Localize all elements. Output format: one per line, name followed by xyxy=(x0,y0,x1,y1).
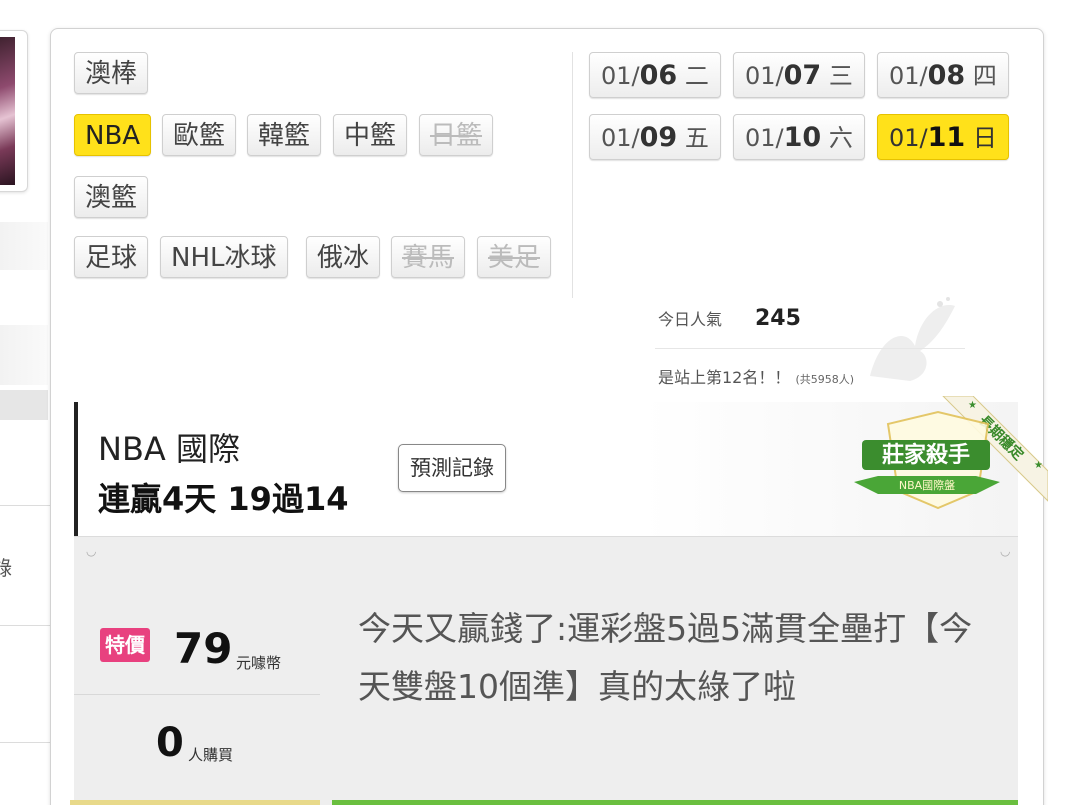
date-button-0110[interactable]: 01/10 六 xyxy=(733,114,865,160)
category-tag-euro-basketball[interactable]: 歐籃 xyxy=(162,114,237,156)
date-button-0106[interactable]: 01/06 二 xyxy=(589,52,721,98)
buyer-unit: 人購買 xyxy=(188,746,234,764)
sidebar-item-fragment[interactable]: 錄 xyxy=(0,552,12,581)
date-day: 06 xyxy=(639,60,678,91)
date-day: 09 xyxy=(639,122,678,153)
sidebar-divider xyxy=(0,505,50,506)
date-weekday: 五 xyxy=(684,124,709,152)
date-button-0109[interactable]: 01/09 五 xyxy=(589,114,721,160)
buyer-count: 0 xyxy=(156,720,184,766)
special-price-badge: 特價 xyxy=(100,628,150,662)
prediction-record-button[interactable]: 預測記錄 xyxy=(398,444,506,492)
sidebar-thumbnail[interactable] xyxy=(0,30,28,192)
popularity-divider xyxy=(655,348,965,349)
category-tag-nhl[interactable]: NHL冰球 xyxy=(160,236,288,278)
category-tag-aus-basketball[interactable]: 澳籃 xyxy=(74,176,149,218)
sidebar-divider xyxy=(0,625,50,626)
date-button-0111[interactable]: 01/11 日 xyxy=(877,114,1009,160)
expert-league-title: NBA 國際 xyxy=(98,430,240,468)
date-weekday: 三 xyxy=(828,62,853,90)
pick-description[interactable]: 今天又贏錢了:運彩盤5過5滿貫全壘打【今天雙盤10個準】真的太綠了啦 xyxy=(358,600,978,716)
category-tag-nba[interactable]: NBA xyxy=(74,114,152,156)
category-tag-japan-basketball: 日籃 xyxy=(419,114,494,156)
date-weekday: 二 xyxy=(684,62,709,90)
date-weekday: 日 xyxy=(972,124,997,152)
date-weekday: 四 xyxy=(972,62,997,90)
date-day: 10 xyxy=(783,122,822,153)
expert-win-record: 連贏4天 19過14 xyxy=(98,480,349,518)
expert-badge-icon: 長期穩定 莊家殺手 NBA國際盤 ★ ★ xyxy=(854,396,1048,510)
popularity-count: 245 xyxy=(755,306,801,331)
price-unit: 元噱幣 xyxy=(236,654,282,672)
sidebar-divider xyxy=(0,742,50,743)
butterfly-decoration-icon xyxy=(870,297,955,381)
date-weekday: 六 xyxy=(828,124,853,152)
popularity-total: (共5958人) xyxy=(795,373,855,386)
date-month: 01/ xyxy=(601,124,640,152)
date-month: 01/ xyxy=(889,62,928,90)
page: 錄 澳棒 NBA 歐籃 韓籃 中籃 日籃 澳籃 足球 NHL冰球 俄冰 賽馬 美… xyxy=(0,0,1080,805)
date-day: 07 xyxy=(783,60,822,91)
category-tag-korea-basketball[interactable]: 韓籃 xyxy=(247,114,322,156)
screw-icon: ◡ xyxy=(1000,544,1011,558)
star-icon: ★ xyxy=(1034,460,1043,471)
popularity-rank-text: 是站上第12名！！ xyxy=(658,368,791,387)
left-sidebar-fragment: 錄 xyxy=(0,0,50,805)
popularity-rank: 是站上第12名！！ (共5958人) xyxy=(658,364,854,388)
category-tag-aus-baseball[interactable]: 澳棒 xyxy=(74,52,149,94)
sidebar-band xyxy=(0,222,48,270)
section-divider xyxy=(572,52,573,298)
buy-button-bar[interactable] xyxy=(332,800,1018,805)
star-icon: ★ xyxy=(968,400,977,411)
date-month: 01/ xyxy=(889,124,928,152)
price-bottom-bar xyxy=(70,800,320,805)
date-day: 08 xyxy=(927,60,966,91)
price-divider xyxy=(74,694,320,695)
popularity-label: 今日人氣 xyxy=(658,310,723,329)
sidebar-band xyxy=(0,325,48,385)
date-button-0107[interactable]: 01/07 三 xyxy=(733,52,865,98)
price-value: 79 xyxy=(174,624,233,673)
date-month: 01/ xyxy=(745,124,784,152)
category-tag-china-basketball[interactable]: 中籃 xyxy=(333,114,408,156)
badge-subtitle: NBA國際盤 xyxy=(899,479,955,492)
sidebar-band xyxy=(0,390,48,420)
badge-title: 莊家殺手 xyxy=(882,442,970,468)
sidebar-thumbnail-image xyxy=(0,37,15,185)
screw-icon: ◡ xyxy=(86,544,97,558)
date-button-0108[interactable]: 01/08 四 xyxy=(877,52,1009,98)
category-tag-russia-hockey[interactable]: 俄冰 xyxy=(306,236,381,278)
date-month: 01/ xyxy=(745,62,784,90)
category-tag-american-football: 美足 xyxy=(477,236,552,278)
category-tag-football[interactable]: 足球 xyxy=(74,236,149,278)
date-month: 01/ xyxy=(601,62,640,90)
category-tag-horse-racing: 賽馬 xyxy=(391,236,466,278)
date-day: 11 xyxy=(927,122,966,153)
